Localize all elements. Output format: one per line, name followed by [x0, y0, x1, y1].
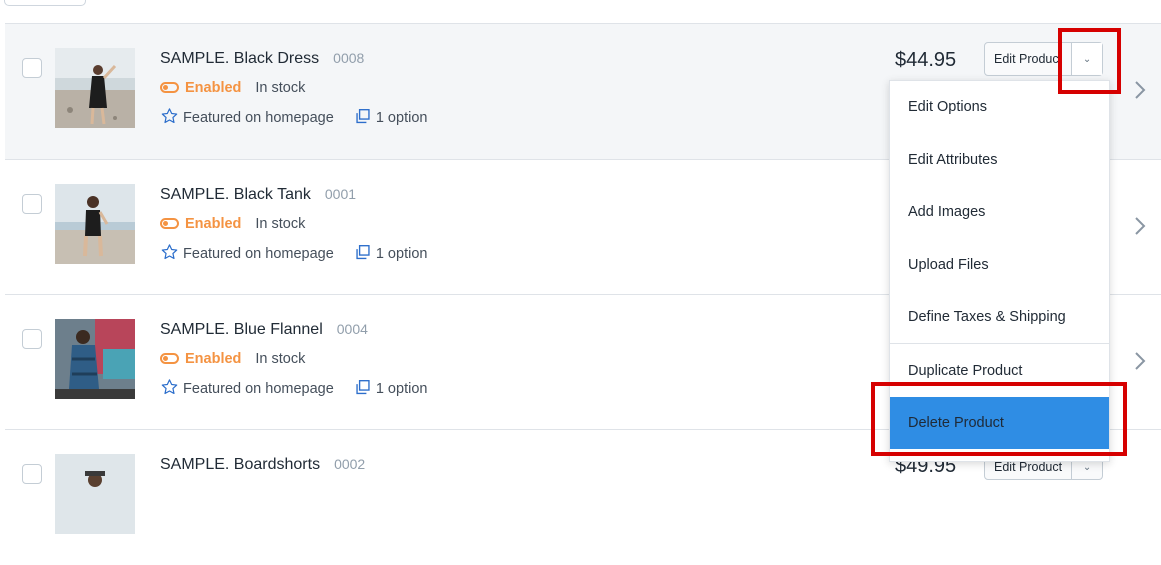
product-thumbnail[interactable]	[55, 319, 135, 399]
toggle-icon	[160, 218, 179, 229]
status-line: Enabled In stock	[160, 80, 305, 96]
chevron-right-icon[interactable]	[1133, 80, 1147, 100]
product-price: $44.95	[895, 49, 957, 71]
options-icon	[356, 245, 370, 260]
options-count: 1 option	[375, 110, 428, 126]
chevron-right-icon[interactable]	[1133, 351, 1147, 371]
toggle-icon	[160, 82, 179, 93]
chevron-down-icon: ⌄	[1082, 53, 1092, 65]
options-icon	[356, 380, 370, 395]
product-name[interactable]: SAMPLE. Black Tank 0001	[160, 186, 356, 204]
row-checkbox[interactable]	[22, 329, 42, 349]
product-name[interactable]: SAMPLE. Boardshorts 0002	[160, 456, 365, 474]
meta-line: Featured on homepage 1 option	[160, 107, 427, 126]
enabled-status: Enabled	[185, 80, 242, 96]
product-actions-menu: Edit Options Edit Attributes Add Images …	[889, 80, 1110, 462]
featured-label: Featured on homepage	[183, 381, 334, 397]
stock-status: In stock	[255, 351, 306, 367]
menu-divider	[890, 343, 1109, 344]
featured-label: Featured on homepage	[183, 246, 334, 262]
product-sku: 0002	[334, 456, 366, 472]
menu-item-define-taxes-shipping[interactable]: Define Taxes & Shipping	[890, 291, 1109, 343]
featured-label: Featured on homepage	[183, 110, 334, 126]
meta-line: Featured on homepage 1 option	[160, 243, 427, 262]
menu-item-add-images[interactable]: Add Images	[890, 186, 1109, 238]
meta-line: Featured on homepage 1 option	[160, 378, 427, 397]
edit-product-button[interactable]: Edit Product	[985, 43, 1071, 75]
product-sku: 0001	[324, 186, 357, 202]
star-icon	[161, 379, 178, 395]
star-icon	[161, 244, 178, 260]
product-thumbnail[interactable]	[55, 454, 135, 534]
product-sku: 0004	[336, 321, 368, 337]
product-thumbnail[interactable]	[55, 48, 135, 128]
more-actions-button[interactable]: ⌄	[1071, 43, 1103, 75]
options-count: 1 option	[375, 246, 428, 262]
top-control-stub[interactable]	[4, 0, 86, 6]
product-name[interactable]: SAMPLE. Blue Flannel 0004	[160, 321, 368, 339]
product-name[interactable]: SAMPLE. Black Dress 0008	[160, 50, 364, 68]
product-thumbnail[interactable]	[55, 184, 135, 264]
chevron-down-icon: ⌄	[1082, 461, 1092, 473]
row-checkbox[interactable]	[22, 194, 42, 214]
options-count: 1 option	[375, 381, 428, 397]
row-checkbox[interactable]	[22, 464, 42, 484]
menu-item-duplicate-product[interactable]: Duplicate Product	[890, 345, 1109, 397]
stock-status: In stock	[255, 216, 306, 232]
enabled-status: Enabled	[185, 216, 242, 232]
menu-item-upload-files[interactable]: Upload Files	[890, 239, 1109, 291]
toggle-icon	[160, 353, 179, 364]
menu-item-edit-attributes[interactable]: Edit Attributes	[890, 134, 1109, 186]
menu-item-edit-options[interactable]: Edit Options	[890, 81, 1109, 133]
star-icon	[161, 108, 178, 124]
chevron-right-icon[interactable]	[1133, 216, 1147, 236]
status-line: Enabled In stock	[160, 351, 305, 367]
product-sku: 0008	[333, 50, 365, 66]
options-icon	[356, 109, 370, 124]
status-line: Enabled In stock	[160, 216, 305, 232]
menu-item-delete-product[interactable]: Delete Product	[890, 397, 1109, 449]
stock-status: In stock	[255, 80, 306, 96]
row-checkbox[interactable]	[22, 58, 42, 78]
enabled-status: Enabled	[185, 351, 242, 367]
edit-product-button-group: Edit Product ⌄	[984, 42, 1104, 76]
